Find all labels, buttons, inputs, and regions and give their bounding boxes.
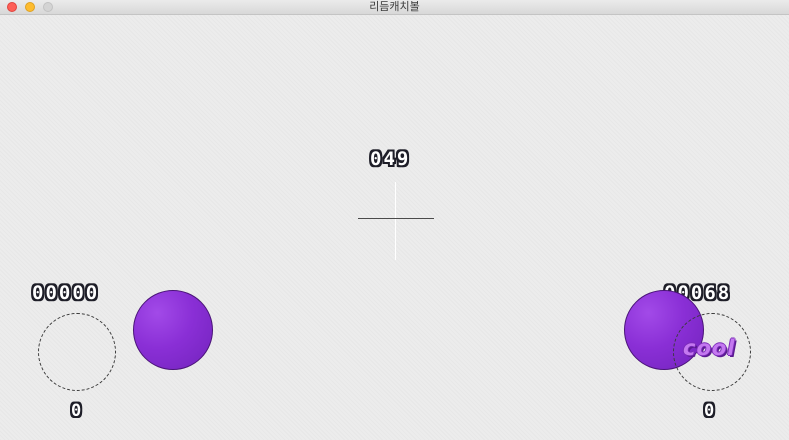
right-player-combo: 0	[704, 401, 717, 421]
left-ball	[133, 290, 213, 370]
left-catch-zone-ring	[38, 313, 116, 391]
right-judgment-text: cool	[683, 336, 736, 360]
center-vertical-line	[395, 182, 396, 260]
title-bar: 리듬캐치볼	[0, 0, 789, 15]
round-timer: 049	[370, 148, 411, 170]
center-horizontal-line	[358, 218, 434, 219]
left-player-combo: 0	[71, 401, 84, 421]
left-player-score: 00000	[32, 282, 100, 304]
game-window: 리듬캐치볼 049 00000 0 00068 cool 0	[0, 0, 789, 440]
window-title: 리듬캐치볼	[369, 0, 420, 13]
